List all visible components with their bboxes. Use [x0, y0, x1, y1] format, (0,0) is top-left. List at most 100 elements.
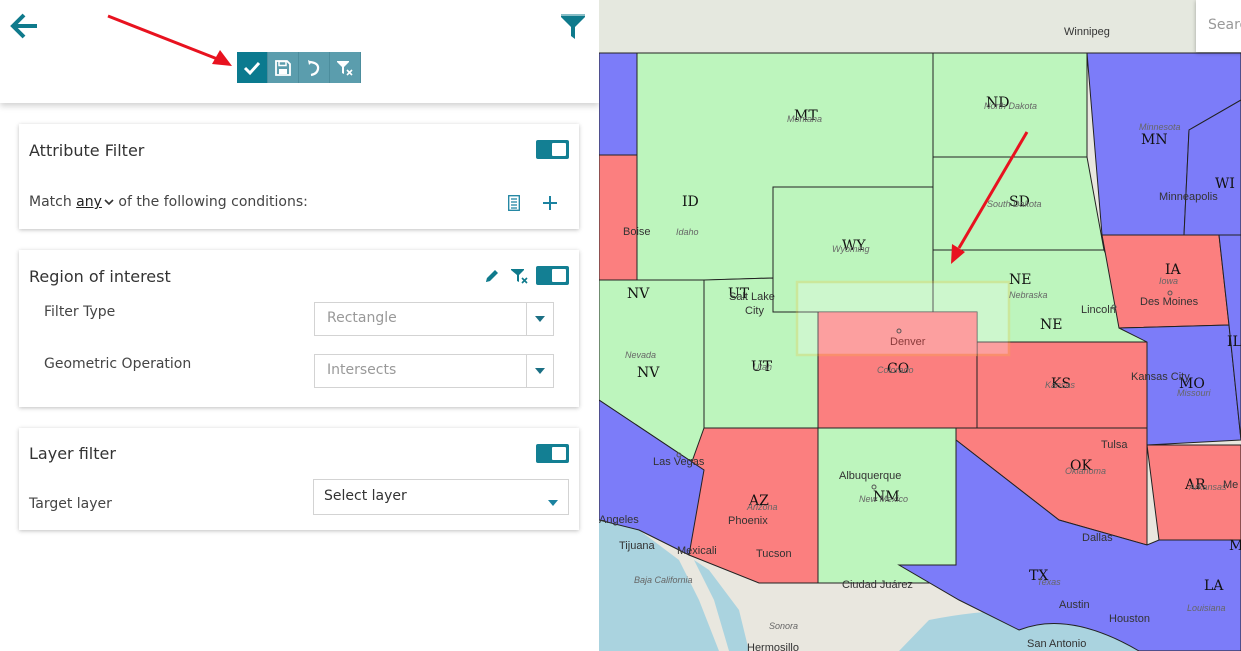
svg-text:Ciudad Juárez: Ciudad Juárez	[842, 579, 913, 591]
svg-text:Montana: Montana	[787, 114, 822, 124]
map-search-input[interactable]: Search	[1196, 0, 1241, 52]
state-label: NV	[637, 365, 660, 381]
filter-type-label: Filter Type	[44, 304, 116, 320]
geometric-operation-value: Intersects	[327, 362, 397, 378]
state-label: M	[1229, 538, 1241, 554]
panel-header	[0, 0, 599, 103]
region-of-interest-card: Region of interest Filter Type Rectangle…	[19, 250, 579, 407]
dropdown-caret-icon	[548, 494, 558, 510]
layer-filter-toggle[interactable]	[536, 444, 569, 463]
layer-filter-card: Layer filter Target layer Select layer	[19, 428, 579, 530]
state-label: WI	[1215, 176, 1235, 192]
plus-icon	[543, 196, 557, 210]
match-value: any	[76, 194, 102, 210]
conditions-list-icon[interactable]	[505, 193, 523, 213]
svg-text:South Dakota: South Dakota	[987, 199, 1042, 209]
svg-text:Mexicali: Mexicali	[677, 545, 717, 557]
annotation-arrow	[107, 14, 232, 66]
svg-text:Lincoln: Lincoln	[1081, 304, 1116, 316]
svg-text:Austin: Austin	[1059, 599, 1090, 611]
svg-text:Angeles: Angeles	[599, 514, 639, 526]
svg-text:Utah: Utah	[753, 362, 772, 372]
svg-text:Baja California: Baja California	[634, 575, 693, 585]
svg-text:Salt Lake: Salt Lake	[729, 291, 775, 303]
attribute-filter-title: Attribute Filter	[29, 141, 145, 160]
svg-text:Kansas: Kansas	[1045, 380, 1076, 390]
region-of-interest-toggle[interactable]	[536, 266, 569, 285]
layer-filter-title: Layer filter	[29, 444, 116, 463]
clear-region-icon[interactable]	[509, 266, 531, 286]
svg-text:Arizona: Arizona	[746, 502, 778, 512]
save-icon	[275, 59, 291, 76]
chevron-down-icon	[104, 199, 114, 206]
map-search-placeholder: Search	[1208, 17, 1241, 33]
svg-text:Iowa: Iowa	[1159, 276, 1178, 286]
state-label: MN	[1141, 132, 1168, 148]
undo-button[interactable]	[299, 52, 330, 83]
filter-funnel-icon[interactable]	[560, 12, 586, 40]
svg-text:Nevada: Nevada	[625, 350, 656, 360]
svg-text:Oklahoma: Oklahoma	[1065, 466, 1106, 476]
geometric-operation-select[interactable]: Intersects	[314, 354, 554, 388]
svg-text:Houston: Houston	[1109, 613, 1150, 625]
svg-text:Dallas: Dallas	[1082, 532, 1113, 544]
svg-text:North Dakota: North Dakota	[984, 101, 1037, 111]
filter-panel: Attribute Filter Match any of the follow…	[0, 0, 599, 651]
filter-toolbar	[237, 52, 361, 83]
state-label: ID	[682, 194, 699, 210]
svg-text:New Mexico: New Mexico	[859, 494, 908, 504]
svg-text:Wyoming: Wyoming	[832, 244, 870, 254]
svg-text:Nebraska: Nebraska	[1009, 290, 1048, 300]
target-layer-value: Select layer	[324, 488, 407, 504]
clear-filter-icon	[337, 60, 353, 76]
svg-text:Minneapolis: Minneapolis	[1159, 191, 1218, 203]
svg-text:Las Vegas: Las Vegas	[653, 456, 705, 468]
map-view[interactable]: MT ND MN WI ID SD WY IA NV NE NE UT NV U…	[599, 0, 1241, 651]
svg-text:Albuquerque: Albuquerque	[839, 470, 901, 482]
svg-text:Louisiana: Louisiana	[1187, 603, 1226, 613]
svg-text:Winnipeg: Winnipeg	[1064, 26, 1110, 38]
svg-text:Tucson: Tucson	[756, 548, 792, 560]
state-label: NV	[627, 286, 650, 302]
target-layer-select[interactable]: Select layer	[313, 479, 569, 515]
match-any-dropdown[interactable]: any	[76, 194, 114, 210]
add-condition-button[interactable]	[540, 193, 560, 213]
dropdown-caret-icon	[526, 303, 553, 335]
match-condition-row: Match any of the following conditions:	[29, 194, 308, 210]
match-suffix: of the following conditions:	[118, 194, 308, 210]
svg-text:Tulsa: Tulsa	[1101, 439, 1128, 451]
svg-text:Me: Me	[1223, 479, 1238, 491]
save-filter-button[interactable]	[268, 52, 299, 83]
svg-text:Boise: Boise	[623, 226, 651, 238]
svg-text:Idaho: Idaho	[676, 227, 699, 237]
svg-text:Sonora: Sonora	[769, 621, 798, 631]
dropdown-caret-icon	[526, 355, 553, 387]
svg-text:Tijuana: Tijuana	[619, 540, 656, 552]
svg-text:Denver: Denver	[890, 336, 926, 348]
back-arrow-icon[interactable]	[10, 12, 40, 40]
svg-text:Kansas City: Kansas City	[1131, 371, 1190, 383]
svg-text:Minnesota: Minnesota	[1139, 122, 1181, 132]
target-layer-label: Target layer	[29, 496, 112, 512]
clear-filter-button[interactable]	[330, 52, 361, 83]
attribute-filter-toggle[interactable]	[536, 140, 569, 159]
svg-text:City: City	[745, 305, 764, 317]
svg-text:Texas: Texas	[1037, 577, 1061, 587]
state-label: IL	[1227, 334, 1241, 350]
state-label: NE	[1040, 317, 1062, 333]
svg-text:Arkansas: Arkansas	[1188, 482, 1227, 492]
svg-text:Missouri: Missouri	[1177, 388, 1212, 398]
svg-text:Hermosillo: Hermosillo	[747, 642, 799, 651]
svg-text:Des Moines: Des Moines	[1140, 296, 1199, 308]
attribute-filter-card: Attribute Filter Match any of the follow…	[19, 124, 579, 229]
geometric-operation-label: Geometric Operation	[44, 356, 192, 372]
map-canvas: MT ND MN WI ID SD WY IA NV NE NE UT NV U…	[599, 0, 1241, 651]
pencil-draw-icon[interactable]	[483, 266, 501, 286]
filter-type-select[interactable]: Rectangle	[314, 302, 554, 336]
match-prefix: Match	[29, 194, 72, 210]
filter-type-value: Rectangle	[327, 310, 397, 326]
apply-filter-button[interactable]	[237, 52, 268, 83]
region-of-interest-title: Region of interest	[29, 267, 171, 286]
svg-text:Phoenix: Phoenix	[728, 515, 768, 527]
svg-text:Colorado: Colorado	[877, 365, 914, 375]
